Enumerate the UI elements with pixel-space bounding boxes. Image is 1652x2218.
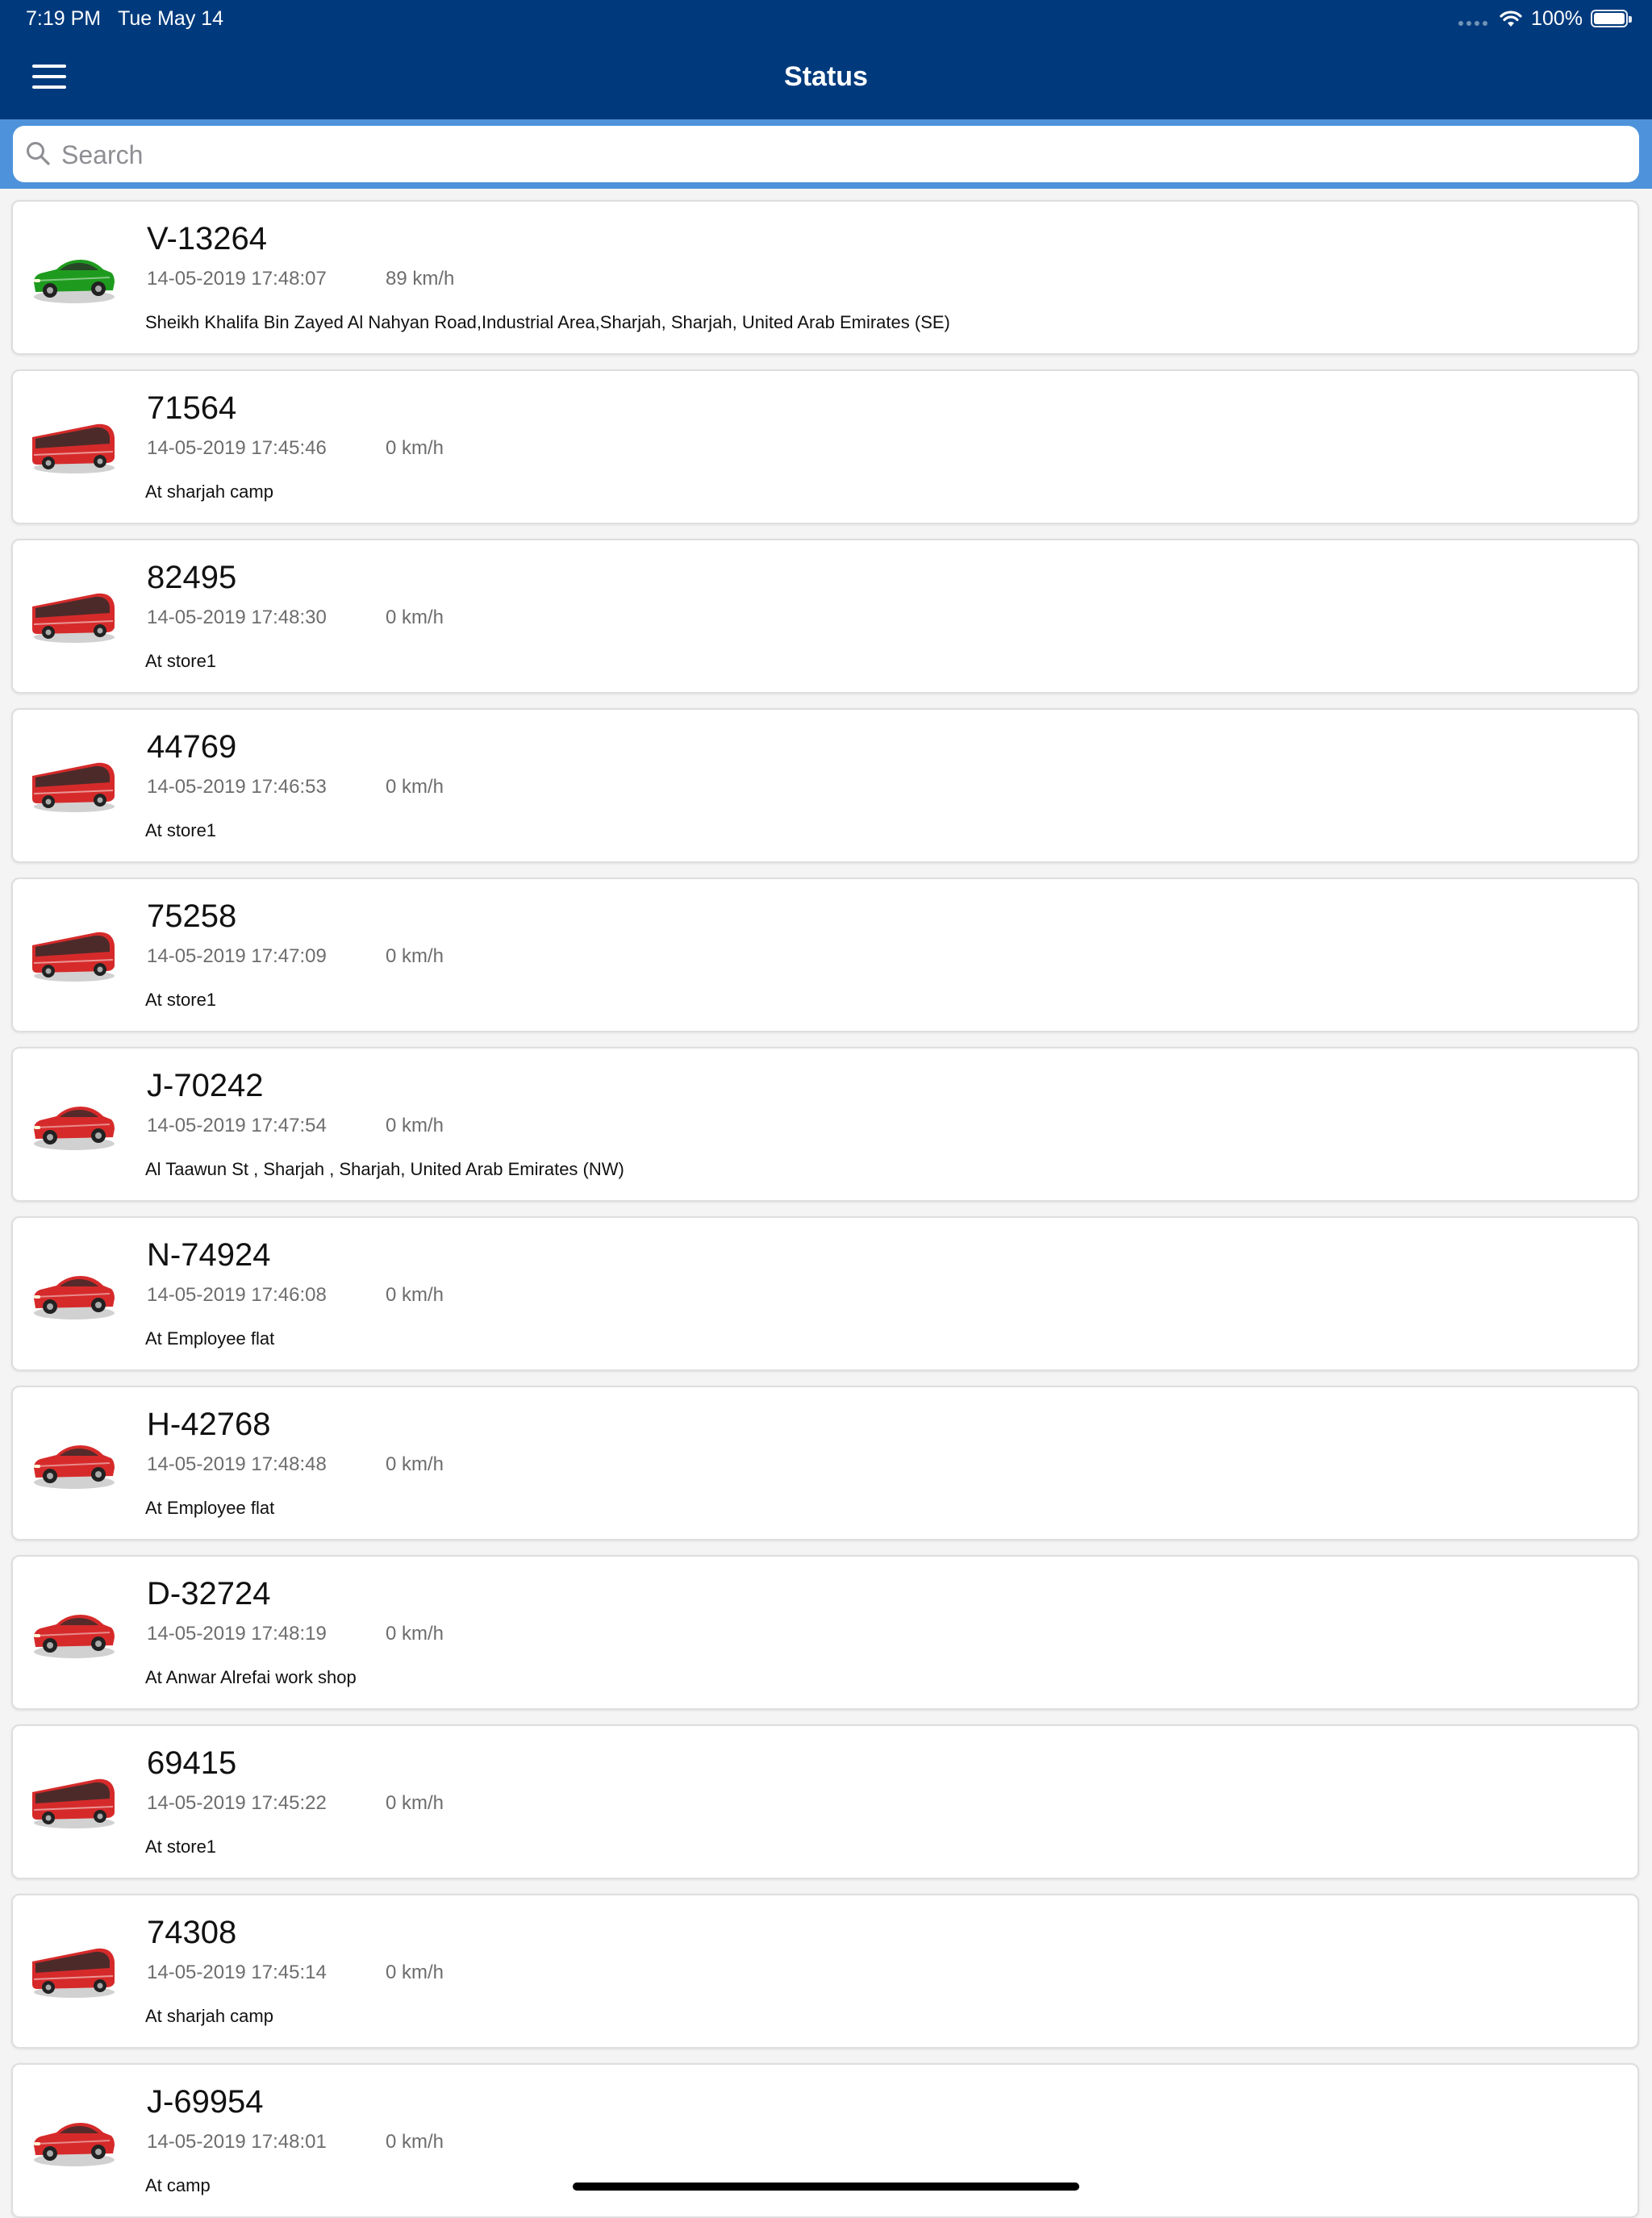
vehicle-id: 44769	[147, 729, 237, 765]
vehicle-speed: 89 km/h	[386, 268, 455, 290]
vehicle-card[interactable]: 71564 14-05-2019 17:45:46 0 km/h At sharjah…	[11, 369, 1639, 524]
car-icon	[29, 244, 118, 308]
bus-icon	[29, 1937, 118, 2002]
vehicle-card[interactable]: 82495 14-05-2019 17:48:30 0 km/h At store1	[11, 539, 1639, 694]
vehicle-location: At Employee flat	[145, 1498, 275, 1518]
vehicle-card[interactable]: 75258 14-05-2019 17:47:09 0 km/h At store1	[11, 878, 1639, 1032]
vehicle-timestamp: 14-05-2019 17:48:48	[147, 1453, 327, 1475]
vehicle-timestamp: 14-05-2019 17:48:30	[147, 607, 327, 628]
car-icon	[29, 1260, 118, 1324]
vehicle-location: Sheikh Khalifa Bin Zayed Al Nahyan Road,…	[145, 312, 950, 332]
vehicle-timestamp: 14-05-2019 17:47:09	[147, 945, 327, 967]
bus-icon	[29, 1768, 118, 1832]
wifi-icon	[1500, 10, 1522, 27]
vehicle-speed: 0 km/h	[386, 1115, 444, 1136]
vehicle-timestamp: 14-05-2019 17:45:14	[147, 1962, 327, 1983]
bus-icon	[29, 582, 118, 647]
vehicle-location: At store1	[145, 651, 217, 671]
car-icon	[29, 1090, 118, 1155]
vehicle-location: At store1	[145, 990, 217, 1010]
vehicle-id: 71564	[147, 390, 237, 426]
vehicle-speed: 0 km/h	[386, 437, 444, 459]
search-bar	[0, 119, 1652, 189]
vehicle-id: 75258	[147, 898, 237, 934]
vehicle-card[interactable]: D-32724 14-05-2019 17:48:19 0 km/h At Anwar…	[11, 1555, 1639, 1710]
vehicle-timestamp: 14-05-2019 17:48:07	[147, 268, 327, 290]
vehicle-id: 74308	[147, 1915, 237, 1950]
vehicle-timestamp: 14-05-2019 17:46:08	[147, 1284, 327, 1306]
vehicle-timestamp: 14-05-2019 17:48:19	[147, 1623, 327, 1645]
vehicle-location: At sharjah camp	[145, 2006, 273, 2026]
vehicle-location: At Employee flat	[145, 1328, 275, 1349]
vehicle-speed: 0 km/h	[386, 607, 444, 628]
status-bar: 7:19 PM Tue May 14 100%	[0, 0, 1652, 39]
vehicle-timestamp: 14-05-2019 17:48:01	[147, 2131, 327, 2153]
vehicle-location: Al Taawun St , Sharjah , Sharjah, United…	[145, 1159, 624, 1179]
vehicle-card[interactable]: H-42768 14-05-2019 17:48:48 0 km/h At Emplo…	[11, 1386, 1639, 1541]
vehicle-id: H-42768	[147, 1407, 271, 1442]
vehicle-speed: 0 km/h	[386, 1792, 444, 1814]
search-input[interactable]	[60, 126, 1596, 184]
vehicle-timestamp: 14-05-2019 17:47:54	[147, 1115, 327, 1136]
status-indicators: 100%	[1458, 6, 1632, 31]
bus-icon	[29, 921, 118, 986]
vehicle-card[interactable]: V-13264 14-05-2019 17:48:07 89 km/h Sheikh …	[11, 200, 1639, 355]
vehicle-id: V-13264	[147, 221, 268, 256]
vehicle-location: At sharjah camp	[145, 482, 273, 502]
status-time: 7:19 PM	[26, 7, 102, 30]
vehicle-id: 69415	[147, 1745, 237, 1781]
vehicle-speed: 0 km/h	[386, 1284, 444, 1306]
vehicle-location: At store1	[145, 820, 217, 840]
status-date: Tue May 14	[118, 7, 224, 30]
vehicle-timestamp: 14-05-2019 17:45:22	[147, 1792, 327, 1814]
vehicle-speed: 0 km/h	[386, 1623, 444, 1645]
vehicle-card[interactable]: J-70242 14-05-2019 17:47:54 0 km/h Al Taawu…	[11, 1047, 1639, 1202]
car-icon	[29, 1429, 118, 1494]
vehicle-location: At store1	[145, 1837, 217, 1857]
vehicle-id: N-74924	[147, 1237, 271, 1273]
battery-percent: 100%	[1531, 6, 1583, 30]
vehicle-id: J-69954	[147, 2084, 264, 2120]
page-title: Status	[784, 61, 868, 92]
vehicle-card[interactable]: N-74924 14-05-2019 17:46:08 0 km/h At Emplo…	[11, 1216, 1639, 1371]
vehicle-card[interactable]: 69415 14-05-2019 17:45:22 0 km/h At store1	[11, 1724, 1639, 1879]
vehicle-speed: 0 km/h	[386, 1453, 444, 1475]
vehicle-timestamp: 14-05-2019 17:45:46	[147, 437, 327, 459]
car-icon	[29, 1599, 118, 1663]
vehicle-card[interactable]: 44769 14-05-2019 17:46:53 0 km/h At store1	[11, 708, 1639, 863]
vehicle-card[interactable]: J-69954 14-05-2019 17:48:01 0 km/h At camp	[11, 2063, 1639, 2218]
search-box[interactable]	[13, 126, 1639, 184]
bus-icon	[29, 413, 118, 477]
vehicle-timestamp: 14-05-2019 17:46:53	[147, 776, 327, 798]
cellular-signal-icon	[1458, 11, 1488, 26]
vehicle-location: At Anwar Alrefai work shop	[145, 1667, 357, 1687]
search-icon	[27, 142, 50, 165]
car-icon	[29, 2107, 118, 2171]
vehicle-id: 82495	[147, 560, 237, 595]
vehicle-id: D-32724	[147, 1576, 271, 1611]
home-indicator	[573, 2183, 1079, 2191]
battery-icon	[1591, 10, 1632, 27]
vehicle-speed: 0 km/h	[386, 776, 444, 798]
bus-icon	[29, 752, 118, 816]
vehicle-card[interactable]: 74308 14-05-2019 17:45:14 0 km/h At sharjah…	[11, 1894, 1639, 2049]
vehicle-speed: 0 km/h	[386, 2131, 444, 2153]
app-header: 7:19 PM Tue May 14 100% Status	[0, 0, 1652, 119]
vehicle-speed: 0 km/h	[386, 1962, 444, 1983]
vehicle-id: J-70242	[147, 1068, 264, 1103]
vehicle-location: At camp	[145, 2175, 211, 2195]
vehicle-speed: 0 km/h	[386, 945, 444, 967]
